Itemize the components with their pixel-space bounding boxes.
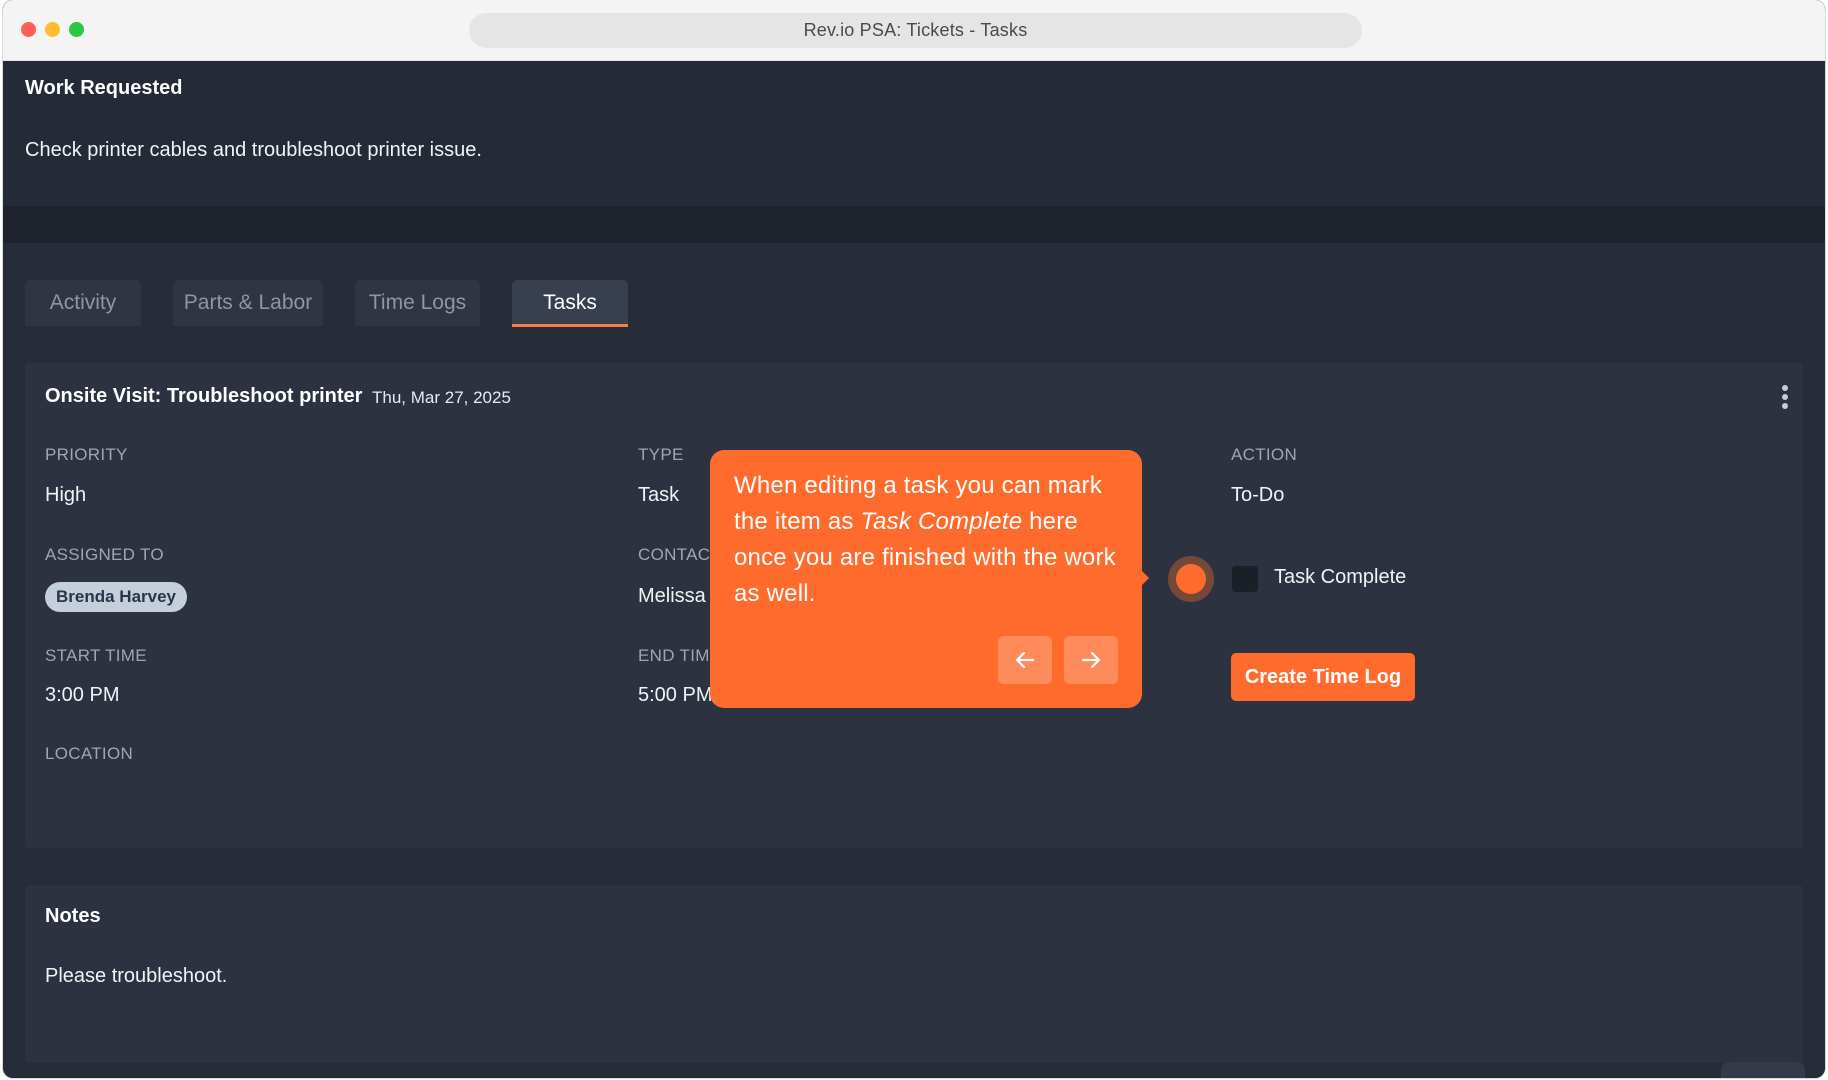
more-options-icon[interactable] xyxy=(1781,385,1789,411)
title-bar: Rev.io PSA: Tickets - Tasks xyxy=(3,0,1825,61)
type-label: TYPE xyxy=(638,445,684,464)
priority-label: PRIORITY xyxy=(45,445,128,464)
tab-time-logs[interactable]: Time Logs xyxy=(355,280,480,326)
task-complete-label[interactable]: Task Complete xyxy=(1274,566,1406,589)
tour-beacon[interactable] xyxy=(1168,556,1214,602)
notes-title: Notes xyxy=(45,905,101,927)
work-requested-section: Work Requested Check printer cables and … xyxy=(3,61,1825,206)
tour-tooltip: When editing a task you can mark the ite… xyxy=(710,450,1142,708)
tooltip-text: When editing a task you can mark the ite… xyxy=(734,472,1116,607)
task-title: Onsite Visit: Troubleshoot printer xyxy=(45,385,363,407)
tooltip-next-button[interactable] xyxy=(1064,636,1118,684)
create-time-log-button[interactable]: Create Time Log xyxy=(1231,653,1415,701)
contact-value: Melissa xyxy=(638,585,706,607)
work-requested-text: Check printer cables and troubleshoot pr… xyxy=(25,139,482,161)
end-time-label: END TIM xyxy=(638,646,710,665)
notes-text: Please troubleshoot. xyxy=(45,965,228,987)
minimize-window-button[interactable] xyxy=(45,22,60,37)
tab-tasks[interactable]: Tasks xyxy=(512,280,628,327)
floating-button[interactable] xyxy=(1721,1062,1805,1078)
notes-card: Notes Please troubleshoot. xyxy=(25,885,1803,1063)
app-window: Rev.io PSA: Tickets - Tasks Work Request… xyxy=(3,0,1825,1078)
arrow-left-icon xyxy=(1015,651,1035,669)
close-window-button[interactable] xyxy=(21,22,36,37)
tooltip-prev-button[interactable] xyxy=(998,636,1052,684)
assigned-to-label: ASSIGNED TO xyxy=(45,545,164,564)
contact-label: CONTAC xyxy=(638,545,711,564)
start-time-value: 3:00 PM xyxy=(45,684,120,706)
start-time-label: START TIME xyxy=(45,646,147,665)
window-title: Rev.io PSA: Tickets - Tasks xyxy=(469,13,1362,48)
tab-activity[interactable]: Activity xyxy=(25,280,141,326)
work-requested-title: Work Requested xyxy=(25,77,183,99)
end-time-value: 5:00 PM xyxy=(638,684,713,706)
action-label: ACTION xyxy=(1231,445,1298,464)
task-date: Thu, Mar 27, 2025 xyxy=(372,388,511,407)
section-divider xyxy=(3,206,1825,243)
type-value: Task xyxy=(638,484,680,506)
assignee-chip[interactable]: Brenda Harvey xyxy=(45,582,188,612)
task-complete-checkbox[interactable] xyxy=(1232,566,1258,592)
action-value: To-Do xyxy=(1231,484,1285,506)
arrow-right-icon xyxy=(1081,651,1101,669)
tab-parts-labor[interactable]: Parts & Labor xyxy=(173,280,323,326)
location-label: LOCATION xyxy=(45,744,134,763)
priority-value: High xyxy=(45,484,87,506)
maximize-window-button[interactable] xyxy=(69,22,84,37)
